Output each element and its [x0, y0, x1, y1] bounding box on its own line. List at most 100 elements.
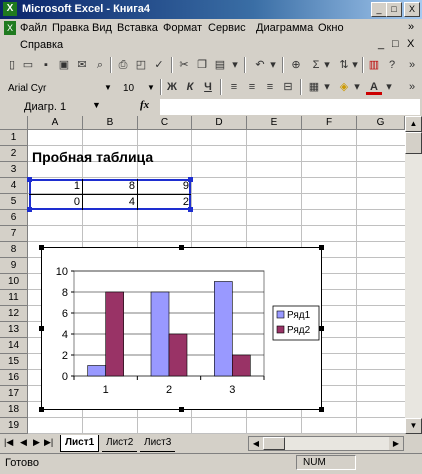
- range-handle[interactable]: [27, 207, 32, 212]
- menu-chart[interactable]: Диаграмма: [256, 22, 313, 34]
- fx-icon[interactable]: fx: [140, 99, 149, 111]
- paste-icon[interactable]: ▤: [212, 57, 228, 73]
- doc-minimize-button[interactable]: _: [378, 38, 384, 50]
- row-header[interactable]: 18: [0, 402, 28, 418]
- borders-icon[interactable]: ▦: [306, 79, 322, 95]
- prev-sheet-icon[interactable]: ◀: [20, 437, 27, 448]
- autosum-dropdown-icon[interactable]: ▾: [322, 57, 332, 73]
- row-header[interactable]: 19: [0, 418, 28, 434]
- menu-format[interactable]: Формат: [163, 22, 202, 34]
- column-header[interactable]: B: [83, 116, 138, 130]
- bold-button[interactable]: Ж: [164, 79, 180, 95]
- doc-restore-button[interactable]: □: [392, 38, 399, 50]
- formula-input[interactable]: [160, 99, 420, 115]
- next-sheet-icon[interactable]: ▶: [33, 437, 40, 448]
- vertical-scrollbar[interactable]: ▲ ▼: [405, 116, 422, 434]
- chevron-down-icon[interactable]: ▼: [102, 81, 114, 95]
- toolbar-chevron-icon[interactable]: »: [404, 79, 420, 95]
- row-header[interactable]: 10: [0, 274, 28, 290]
- first-sheet-icon[interactable]: |◀: [4, 437, 13, 448]
- tab-sheet1[interactable]: Лист1: [60, 435, 100, 452]
- row-header[interactable]: 13: [0, 322, 28, 338]
- chart-resize-handle[interactable]: [39, 326, 44, 331]
- underline-button[interactable]: Ч: [200, 79, 216, 95]
- scroll-down-icon[interactable]: ▼: [405, 418, 422, 434]
- menu-window[interactable]: Окно: [318, 22, 344, 34]
- copy-icon[interactable]: ❐: [194, 57, 210, 73]
- row-header[interactable]: 9: [0, 258, 28, 274]
- h-scroll-thumb[interactable]: [263, 437, 285, 450]
- name-box[interactable]: Диагр. 1: [2, 99, 98, 115]
- italic-button[interactable]: К: [182, 79, 198, 95]
- title-cell[interactable]: Пробная таблица: [32, 149, 153, 165]
- chart-resize-handle[interactable]: [319, 326, 324, 331]
- chart-resize-handle[interactable]: [319, 245, 324, 250]
- merge-center-icon[interactable]: ⊟: [280, 79, 296, 95]
- menu-chevron-icon[interactable]: »: [408, 21, 414, 33]
- chart-resize-handle[interactable]: [179, 407, 184, 412]
- undo-dropdown-icon[interactable]: ▾: [268, 57, 278, 73]
- menu-file[interactable]: Файл: [20, 22, 47, 34]
- undo-icon[interactable]: ↶: [252, 57, 268, 73]
- font-size-select[interactable]: 10 ▼: [120, 80, 158, 96]
- row-header[interactable]: 5: [0, 194, 28, 210]
- search-icon[interactable]: ⌕: [92, 57, 108, 73]
- scroll-left-icon[interactable]: ◀: [249, 437, 263, 450]
- permission-icon[interactable]: ▣: [56, 57, 72, 73]
- font-name-select[interactable]: Arial Cyr ▼: [5, 80, 115, 96]
- menu-insert[interactable]: Вставка: [117, 22, 158, 34]
- workbook-icon[interactable]: X: [4, 21, 16, 35]
- menu-tools[interactable]: Сервис: [208, 22, 246, 34]
- sort-dropdown-icon[interactable]: ▾: [350, 57, 360, 73]
- new-icon[interactable]: ▯: [4, 57, 20, 73]
- row-header[interactable]: 12: [0, 306, 28, 322]
- menu-view[interactable]: Вид: [92, 22, 112, 34]
- chart-resize-handle[interactable]: [39, 407, 44, 412]
- toolbar-chevron-icon[interactable]: »: [404, 57, 420, 73]
- chart-object[interactable]: 0 2 4 6 8 10 1 2 3 Ряд1 Ряд2: [41, 247, 322, 410]
- email-icon[interactable]: ✉: [74, 57, 90, 73]
- chart-resize-handle[interactable]: [319, 407, 324, 412]
- column-header[interactable]: C: [138, 116, 192, 130]
- maximize-button[interactable]: □: [386, 2, 402, 17]
- print-preview-icon[interactable]: ◰: [133, 57, 149, 73]
- font-color-icon[interactable]: A: [366, 79, 382, 95]
- select-all-corner[interactable]: [0, 116, 28, 130]
- row-header[interactable]: 3: [0, 162, 28, 178]
- row-header[interactable]: 8: [0, 242, 28, 258]
- range-handle[interactable]: [188, 177, 193, 182]
- row-header[interactable]: 2: [0, 146, 28, 162]
- scroll-thumb[interactable]: [405, 132, 422, 154]
- chevron-down-icon[interactable]: ▼: [145, 81, 157, 95]
- chevron-down-icon[interactable]: ▼: [92, 100, 101, 110]
- row-header[interactable]: 6: [0, 210, 28, 226]
- horizontal-scrollbar[interactable]: ◀ ▶: [248, 436, 404, 451]
- row-header[interactable]: 4: [0, 178, 28, 194]
- range-handle[interactable]: [27, 177, 32, 182]
- scroll-up-icon[interactable]: ▲: [405, 116, 422, 132]
- row-header[interactable]: 17: [0, 386, 28, 402]
- row-header[interactable]: 11: [0, 290, 28, 306]
- tab-sheet2[interactable]: Лист2: [102, 435, 138, 452]
- align-left-icon[interactable]: ≡: [226, 79, 242, 95]
- chart-wizard-icon[interactable]: ▥: [366, 57, 382, 73]
- spelling-icon[interactable]: ✓: [151, 57, 167, 73]
- fill-dropdown-icon[interactable]: ▾: [352, 79, 362, 95]
- column-header[interactable]: F: [302, 116, 357, 130]
- align-center-icon[interactable]: ≡: [244, 79, 260, 95]
- range-handle[interactable]: [188, 207, 193, 212]
- column-header[interactable]: G: [357, 116, 405, 130]
- doc-close-button[interactable]: X: [407, 38, 414, 50]
- column-header[interactable]: A: [28, 116, 83, 130]
- tab-sheet3[interactable]: Лист3: [140, 435, 176, 452]
- row-header[interactable]: 7: [0, 226, 28, 242]
- menu-edit[interactable]: Правка: [52, 22, 89, 34]
- chart-resize-handle[interactable]: [179, 245, 184, 250]
- chart-resize-handle[interactable]: [39, 245, 44, 250]
- print-icon[interactable]: ⎙: [115, 57, 131, 73]
- column-header[interactable]: E: [247, 116, 302, 130]
- last-sheet-icon[interactable]: ▶|: [44, 437, 53, 448]
- align-right-icon[interactable]: ≡: [262, 79, 278, 95]
- column-header[interactable]: D: [192, 116, 247, 130]
- paste-dropdown-icon[interactable]: ▾: [230, 57, 240, 73]
